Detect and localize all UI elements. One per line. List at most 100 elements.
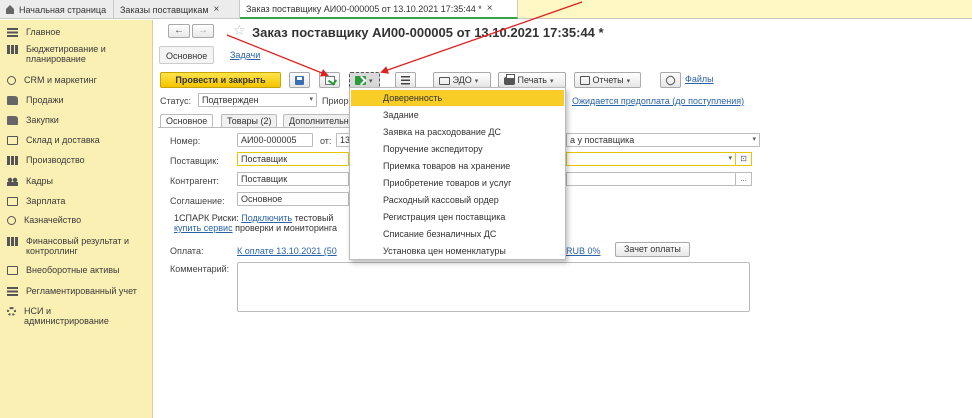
tab-form-extra[interactable]: Дополнительн: [283, 114, 351, 128]
sidebar-item-production[interactable]: Производство: [0, 155, 153, 165]
salary-icon: [7, 197, 18, 206]
sidebar-item-assets[interactable]: Внеоборотные активы: [0, 265, 153, 275]
forward-button[interactable]: →: [192, 24, 214, 38]
sidebar-item-label: Внеоборотные активы: [26, 265, 120, 275]
menu-item-expense-request[interactable]: Заявка на расходование ДС: [351, 124, 564, 140]
chevron-down-icon: ▾: [309, 96, 313, 103]
print-button[interactable]: Печать ▾: [498, 72, 566, 88]
structure-button[interactable]: [395, 72, 416, 88]
spark-buy-link[interactable]: купить сервис: [174, 223, 233, 233]
post-and-close-button[interactable]: Провести и закрыть: [160, 72, 281, 88]
menu-item-supplier-price-registration[interactable]: Регистрация цен поставщика: [351, 209, 564, 225]
menu-item-cashless-writeoff[interactable]: Списание безналичных ДС: [351, 226, 564, 242]
tab-label: Начальная страница: [19, 4, 107, 15]
agreement-field[interactable]: Основное: [237, 192, 349, 206]
tab-current-order[interactable]: Заказ поставщику АИ00-000005 от 13.10.20…: [240, 0, 518, 19]
purchases-icon: [7, 116, 18, 125]
sidebar-item-crm[interactable]: CRM и маркетинг: [0, 75, 153, 85]
print-label: Печать: [517, 75, 547, 85]
contractor-field-tail[interactable]: [566, 172, 736, 186]
assets-icon: [7, 266, 18, 275]
operation-field[interactable]: а у поставщика ▾: [566, 133, 760, 147]
tab-bar-fill: [518, 0, 972, 18]
reports-label: Отчеты: [592, 75, 624, 85]
tab-form-main[interactable]: Основное: [160, 114, 214, 128]
report-icon: [580, 76, 590, 86]
menu-item-goods-receipt-storage[interactable]: Приемка товаров на хранение: [351, 158, 564, 174]
tab-home[interactable]: Начальная страница: [0, 0, 114, 19]
production-icon: [7, 156, 18, 165]
sidebar-item-label: НСИ и администрирование: [24, 306, 109, 326]
spark-connect-link[interactable]: Подключить: [241, 213, 292, 223]
sidebar-item-budget[interactable]: Бюджетирование и планирование: [0, 44, 153, 64]
files-link[interactable]: Файлы: [685, 74, 714, 84]
open-supplier-button[interactable]: ⊡: [736, 152, 752, 166]
supplier-field-tail[interactable]: ▾: [566, 152, 736, 166]
contractor-field[interactable]: Поставщик: [237, 172, 349, 186]
select-contractor-button[interactable]: ...: [736, 172, 752, 186]
number-label: Номер:: [170, 136, 201, 146]
tab-form-goods[interactable]: Товары (2): [221, 114, 278, 128]
supplier-label: Поставщик:: [170, 156, 219, 166]
sidebar-item-settings[interactable]: НСИ и администрирование: [0, 306, 153, 326]
close-icon[interactable]: ×: [214, 4, 220, 15]
sidebar-item-label: Главное: [26, 27, 61, 37]
sidebar-item-sales[interactable]: Продажи: [0, 95, 153, 105]
save-button[interactable]: [289, 72, 310, 88]
chevron-down-icon: ▾: [626, 78, 631, 85]
number-field[interactable]: АИ00-000005: [237, 133, 313, 147]
spark-text: проверки и мониторинга: [232, 223, 337, 233]
edo-icon: [439, 76, 450, 85]
back-button[interactable]: ←: [168, 24, 190, 38]
budget-icon: [7, 45, 18, 54]
reports-button[interactable]: Отчеты ▾: [574, 72, 641, 88]
list-icon: [401, 76, 410, 86]
menu-item-cash-outflow-order[interactable]: Расходный кассовый ордер: [351, 192, 564, 208]
paperclip-icon: [664, 74, 677, 87]
chevron-down-icon: ▾: [752, 136, 756, 143]
sidebar-item-main[interactable]: Главное: [0, 27, 153, 37]
status-label: Статус:: [160, 96, 191, 106]
supplier-field[interactable]: Поставщик: [237, 152, 349, 166]
attach-button[interactable]: [660, 72, 681, 88]
payment-schedule-link[interactable]: К оплате 13.10.2021 (50: [237, 246, 337, 256]
close-icon[interactable]: ×: [487, 3, 493, 14]
payment-rub-link[interactable]: RUB 0%: [566, 246, 601, 256]
menu-item-forwarder-order[interactable]: Поручение экспедитору: [351, 141, 564, 157]
menu-item-item-price-setting[interactable]: Установка цен номенклатуры: [351, 243, 564, 259]
date-field[interactable]: 13: [336, 133, 350, 147]
sidebar-item-accounting[interactable]: Регламентированный учет: [0, 286, 153, 296]
status-field[interactable]: Подтвержден ▾: [198, 93, 317, 107]
post-button[interactable]: [319, 72, 340, 88]
menu-item-power-of-attorney[interactable]: Доверенность: [351, 90, 564, 106]
sidebar-item-finance[interactable]: Финансовый результат и контроллинг: [0, 236, 153, 256]
sidebar-item-warehouse[interactable]: Склад и доставка: [0, 135, 153, 145]
sidebar-item-label: Производство: [26, 155, 85, 165]
spark-risks-notice: 1СПАРК Риски: Подключить тестовый купить…: [174, 213, 337, 233]
sidebar-item-label: Финансовый результат и контроллинг: [26, 236, 130, 256]
sidebar-item-label: Зарплата: [26, 196, 66, 206]
tab-main[interactable]: Основное: [159, 46, 215, 64]
tab-tasks[interactable]: Задачи: [224, 46, 266, 64]
menu-item-goods-purchase[interactable]: Приобретение товаров и услуг: [351, 175, 564, 191]
sidebar-item-staff[interactable]: Кадры: [0, 176, 153, 186]
chevron-down-icon: ▾: [474, 78, 479, 85]
payment-status-link[interactable]: Ожидается предоплата (до поступления): [572, 96, 744, 106]
tab-supplier-orders[interactable]: Заказы поставщикам ×: [114, 0, 240, 19]
offset-payment-button[interactable]: Зачет оплаты: [615, 242, 690, 257]
tab-label: Заказы поставщикам: [120, 4, 209, 15]
sidebar-item-purchases[interactable]: Закупки: [0, 115, 153, 125]
menu-item-task[interactable]: Задание: [351, 107, 564, 123]
create-based-on-button[interactable]: ▾: [349, 72, 380, 88]
favorite-star-icon[interactable]: ☆: [233, 22, 246, 39]
sales-icon: [7, 96, 18, 105]
sidebar-item-label: Продажи: [26, 95, 64, 105]
sidebar-item-label: Склад и доставка: [26, 135, 100, 145]
sidebar-item-treasury[interactable]: Казначейство: [0, 215, 153, 225]
agreement-label: Соглашение:: [170, 196, 225, 206]
menu-icon: [7, 28, 18, 37]
sidebar-item-salary[interactable]: Зарплата: [0, 196, 153, 206]
edo-button[interactable]: ЭДО ▾: [433, 72, 491, 88]
comment-textarea[interactable]: [237, 262, 750, 312]
warehouse-icon: [7, 136, 18, 145]
